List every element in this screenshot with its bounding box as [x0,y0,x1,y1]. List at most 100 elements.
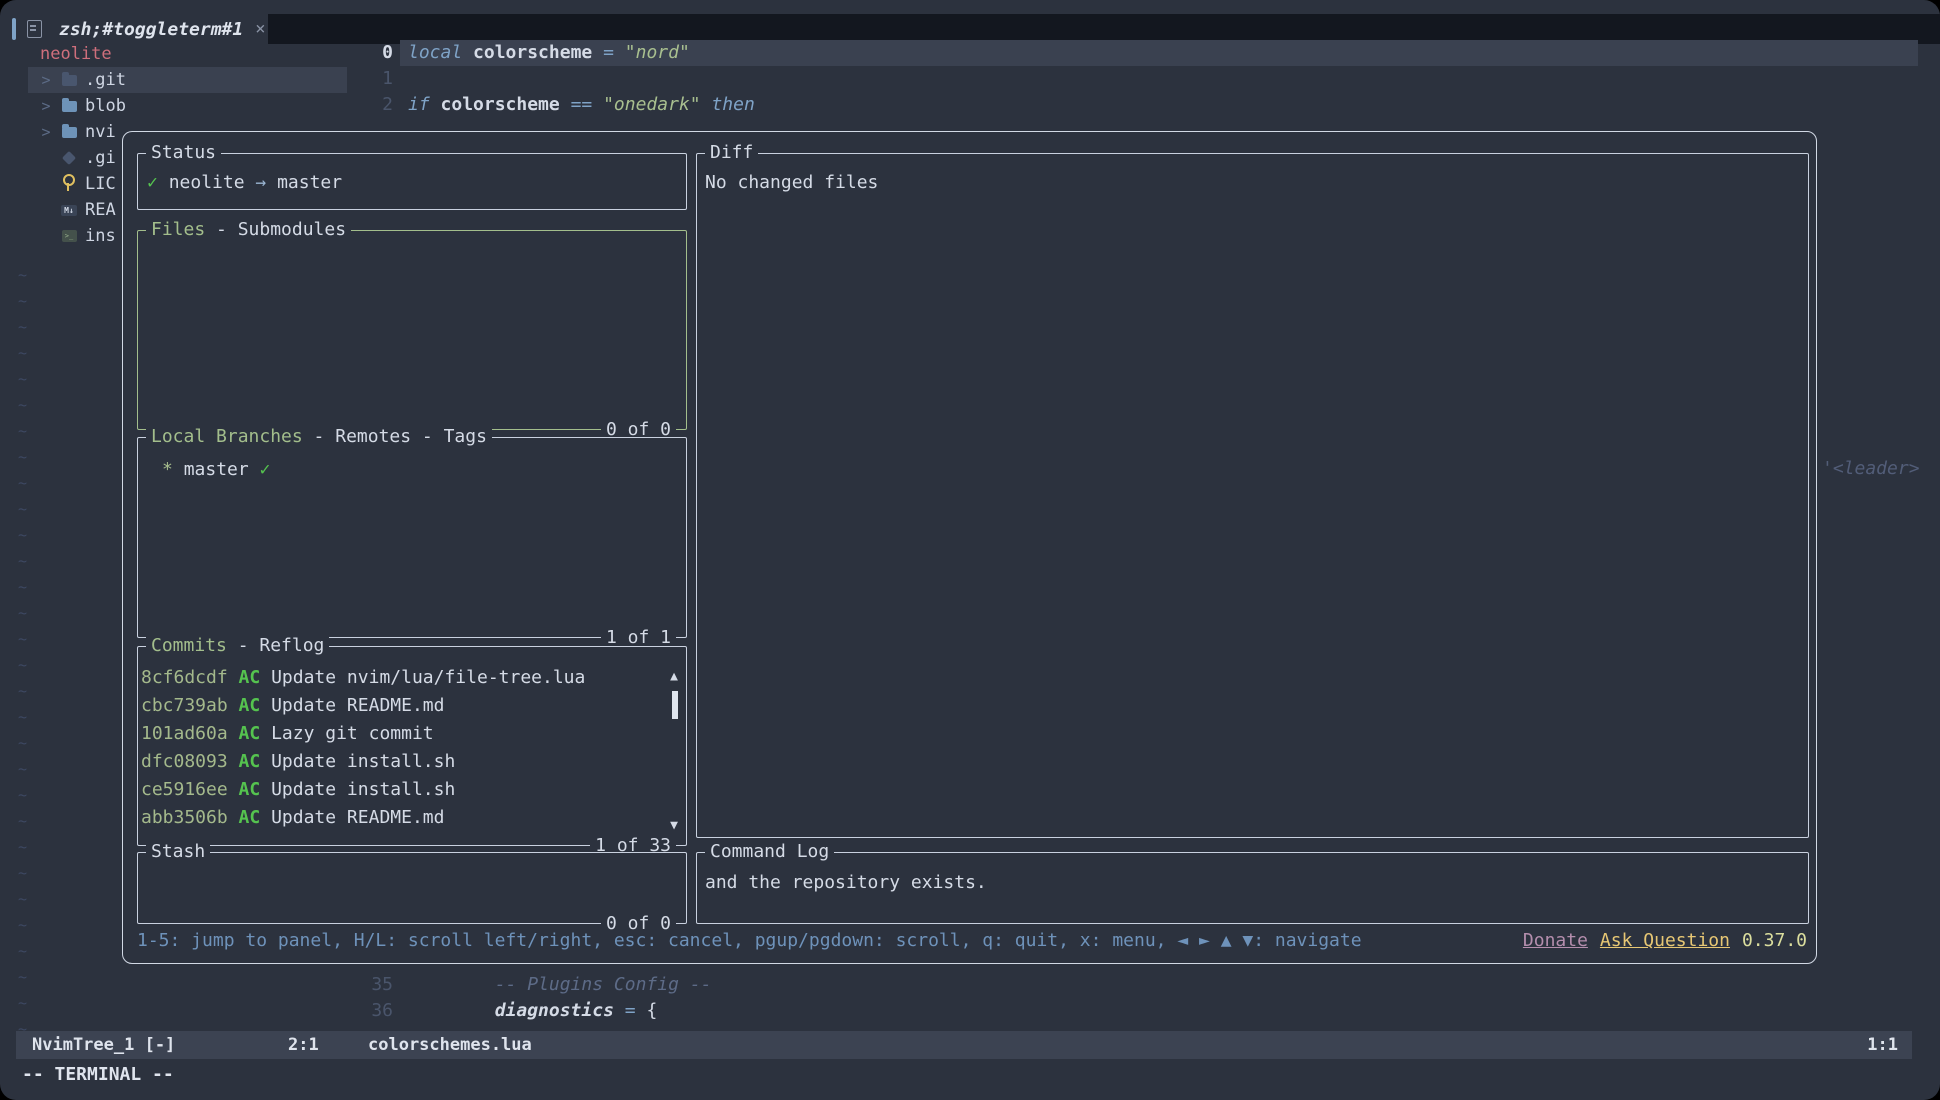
code-token: -- Plugins Config -- [408,972,711,998]
scroll-up-icon[interactable]: ▲ [667,669,681,684]
panel-stash-title: Stash [146,842,210,862]
code-token: "onedark" [603,92,711,118]
code-token: then [711,92,754,118]
empty-line-tilde: ~ [18,704,27,730]
empty-line-tilde: ~ [18,912,27,938]
empty-line-tilde: ~ [18,548,27,574]
commit-author-tag: AC [239,807,261,828]
code-token: if [408,92,441,118]
code-token: = [603,40,625,66]
statusline-buffer: NvimTree_1 [-] [32,1031,175,1059]
tree-item-label: blob [85,96,126,116]
line-number: 1 [367,66,393,92]
statusline-position-right: 1:1 [1867,1031,1898,1059]
empty-line-tilde: ~ [18,392,27,418]
panel-stash[interactable]: Stash 0 of 0 [137,852,687,924]
empty-line-tilde: ~ [18,964,27,990]
empty-line-tilde: ~ [18,652,27,678]
commit-message: Lazy git commit [271,723,434,744]
panel-status-title: Status [146,143,221,163]
tab-title: zsh;#toggleterm#1 [59,19,243,40]
commit-row[interactable]: cbc739ab AC Update README.md [141,692,686,720]
empty-line-tilde: ~ [18,262,27,288]
line-number: 36 [367,998,393,1024]
tree-root-label[interactable]: neolite [40,41,112,67]
code-token: local [408,40,473,66]
empty-line-tilde: ~ [18,288,27,314]
empty-line-tilde: ~ [18,782,27,808]
commit-author-tag: AC [239,667,261,688]
panel-command-log[interactable]: Command Log and the repository exists. [696,852,1809,924]
commits-scrollbar[interactable]: ▲ ▼ [667,669,681,833]
commit-row[interactable]: 8cf6dcdf AC Update nvim/lua/file-tree.lu… [141,664,686,692]
panel-branches-title: Local Branches - Remotes - Tags [146,427,492,447]
empty-line-tilde: ~ [18,730,27,756]
code-token: = [625,998,647,1024]
code-token: { [646,998,657,1024]
scrollbar-thumb[interactable] [672,691,678,719]
empty-line-tilde: ~ [18,808,27,834]
branches-count: 1 of 1 [601,628,676,648]
panel-command-log-title: Command Log [705,842,834,862]
tree-item-blob[interactable]: > blob [28,93,347,119]
empty-line-tilde: ~ [18,366,27,392]
tab-toggleterm[interactable]: zsh;#toggleterm#1 × [12,14,265,44]
check-icon: ✓ [147,172,158,193]
lazygit-footer: 1-5: jump to panel, H/L: scroll left/rig… [137,927,1807,953]
tree-item-label: LIC [85,174,116,194]
empty-line-tilde: ~ [18,574,27,600]
panel-branches[interactable]: Local Branches - Remotes - Tags * master… [137,437,687,638]
commit-message: Update install.sh [271,779,455,800]
code-line-0: 0local colorscheme = "nord" [367,40,690,66]
commit-hash: 8cf6dcdf [141,667,228,688]
commit-author-tag: AC [239,695,261,716]
git-orb-icon [61,153,77,163]
markdown-icon [61,205,77,216]
empty-line-tilde: ~ [18,444,27,470]
arrow-right-icon: → [245,172,278,193]
code-line-35: 35 -- Plugins Config -- [367,972,711,998]
donate-link[interactable]: Donate [1523,930,1588,951]
scroll-down-icon[interactable]: ▼ [667,818,681,833]
panel-files[interactable]: Files - Submodules 0 of 0 [137,230,687,430]
panel-commits[interactable]: Commits - Reflog 8cf6dcdf AC Update nvim… [137,646,687,846]
code-line-2: 2if colorscheme == "onedark" then [367,92,755,118]
panel-diff[interactable]: Diff No changed files [696,153,1809,838]
empty-line-tilde: ~ [18,678,27,704]
empty-line-tilde: ~ [18,756,27,782]
empty-line-tilde: ~ [18,990,27,1016]
commit-list: 8cf6dcdf AC Update nvim/lua/file-tree.lu… [138,647,686,832]
chevron-right-icon[interactable]: > [39,123,53,141]
empty-line-tilde: ~ [18,600,27,626]
empty-line-tilde: ~ [18,418,27,444]
diff-content: No changed files [697,154,1808,196]
line-number: 0 [367,40,393,66]
commit-message: Update README.md [271,695,444,716]
chevron-right-icon[interactable]: > [39,97,53,115]
panel-commits-title: Commits - Reflog [146,636,329,656]
commit-row[interactable]: ce5916ee AC Update install.sh [141,776,686,804]
tree-item-.git[interactable]: >.git [28,67,347,93]
commit-row[interactable]: 101ad60a AC Lazy git commit [141,720,686,748]
commit-row[interactable]: abb3506b AC Update README.md [141,804,686,832]
tree-item-label: REA [85,200,116,220]
file-icon [26,20,42,38]
keybind-hints: 1-5: jump to panel, H/L: scroll left/rig… [137,930,1362,951]
command-log-content: and the repository exists. [697,853,1808,896]
lazygit-window: Status ✓ neolite → master Files - Submod… [122,131,1817,964]
tab-close-icon[interactable]: × [255,19,265,39]
commit-row[interactable]: dfc08093 AC Update install.sh [141,748,686,776]
code-line-1: 1 [367,66,408,92]
empty-line-tilde: ~ [18,938,27,964]
empty-line-tilde: ~ [18,522,27,548]
commit-hash: cbc739ab [141,695,228,716]
statusline-filename: colorschemes.lua [368,1031,532,1059]
empty-line-tilde: ~ [18,626,27,652]
panel-status[interactable]: Status ✓ neolite → master [137,153,687,210]
chevron-right-icon[interactable]: > [39,71,53,89]
code-token: == [571,92,604,118]
leader-key-hint: '<leader> [1822,458,1920,479]
ask-question-link[interactable]: Ask Question [1600,930,1730,951]
tree-item-label: nvi [85,122,116,142]
panel-files-title: Files - Submodules [146,220,351,240]
